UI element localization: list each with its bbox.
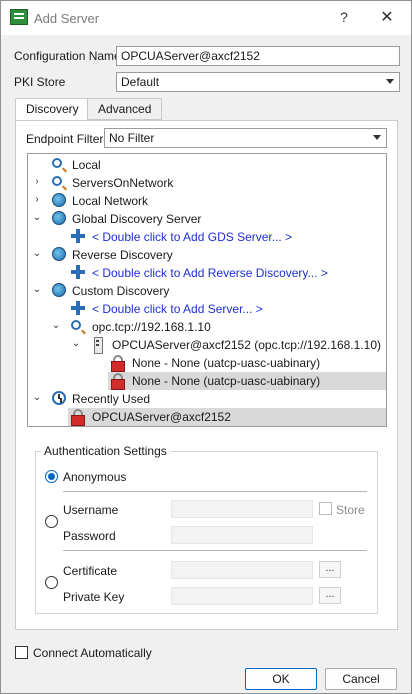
tree-item-label: OPCUAServer@axcf2152 (opc.tcp://192.168.… [112, 338, 381, 352]
separator [63, 491, 367, 492]
tree-item-security-policy-selected[interactable]: None - None (uatcp-uasc-uabinary) [108, 372, 386, 390]
app-icon [10, 9, 28, 25]
globe-icon [52, 283, 66, 297]
tree-item-recent-server[interactable]: OPCUAServer@axcf2152 [68, 408, 386, 426]
plus-icon [71, 301, 85, 315]
add-server-dialog: Add Server ? ✕ Configuration Name OPCUAS… [0, 0, 412, 694]
tree-item-label: Global Discovery Server [72, 212, 202, 226]
collapse-icon[interactable]: ⌄ [32, 392, 42, 404]
endpoint-filter-select[interactable]: No Filter [104, 128, 387, 148]
search-icon [52, 158, 62, 168]
store-label: Store [336, 503, 365, 517]
tree-item-add-server[interactable]: < Double click to Add Server... > [28, 300, 386, 318]
tree-item-label: Custom Discovery [72, 284, 170, 298]
server-icon [90, 337, 106, 354]
tree-item-recently-used[interactable]: ⌄ Recently Used [28, 390, 386, 408]
tree-item-server-endpoint[interactable]: ⌄ OPCUAServer@axcf2152 (opc.tcp://192.16… [28, 336, 386, 354]
collapse-icon[interactable]: ⌄ [32, 284, 42, 296]
tree-item-label: < Double click to Add Reverse Discovery.… [92, 266, 328, 280]
tree-item-global-discovery-server[interactable]: ⌄ Global Discovery Server [28, 210, 386, 228]
tree-item-servers-on-network[interactable]: › ServersOnNetwork [28, 174, 386, 192]
ok-button[interactable]: OK [245, 668, 317, 690]
store-checkbox[interactable] [319, 502, 332, 515]
anonymous-label: Anonymous [63, 470, 127, 484]
tree-item-label: Local [72, 158, 101, 172]
clock-icon [52, 391, 66, 405]
tab-advanced[interactable]: Advanced [87, 98, 163, 120]
tree-item-local[interactable]: Local [28, 156, 386, 174]
username-radio[interactable] [45, 515, 58, 528]
pki-store-value: Default [121, 75, 160, 89]
lock-icon [110, 355, 126, 372]
window-title: Add Server [34, 11, 100, 26]
tree-item-custom-discovery[interactable]: ⌄ Custom Discovery [28, 282, 386, 300]
connect-automatically-label: Connect Automatically [33, 646, 152, 660]
password-label: Password [63, 529, 116, 543]
tree-item-security-policy[interactable]: None - None (uatcp-uasc-uabinary) [28, 354, 386, 372]
tree-item-label: OPCUAServer@axcf2152 [92, 410, 231, 424]
connect-automatically-checkbox[interactable] [15, 646, 28, 659]
plus-icon [71, 265, 85, 279]
tree-item-label: opc.tcp://192.168.1.10 [92, 320, 211, 334]
configuration-name-label: Configuration Name [14, 49, 121, 63]
search-icon [71, 320, 81, 330]
anonymous-radio[interactable] [45, 470, 58, 483]
pki-store-select[interactable]: Default [116, 72, 400, 92]
password-input[interactable] [171, 526, 313, 544]
private-key-label: Private Key [63, 590, 125, 604]
configuration-name-input[interactable]: OPCUAServer@axcf2152 [116, 46, 400, 66]
server-tree[interactable]: Local › ServersOnNetwork › Local Network… [27, 153, 387, 427]
close-button[interactable]: ✕ [379, 7, 395, 27]
tree-item-add-reverse-discovery[interactable]: < Double click to Add Reverse Discovery.… [28, 264, 386, 282]
authentication-settings-title: Authentication Settings [41, 444, 170, 458]
lock-icon [70, 409, 86, 426]
expand-icon[interactable]: › [32, 194, 42, 206]
tree-item-local-network[interactable]: › Local Network [28, 192, 386, 210]
username-input[interactable] [171, 500, 313, 518]
tree-item-label: Reverse Discovery [72, 248, 173, 262]
endpoint-filter-label: Endpoint Filter: [26, 132, 107, 146]
tree-item-add-gds-server[interactable]: < Double click to Add GDS Server... > [28, 228, 386, 246]
globe-icon [52, 211, 66, 225]
tree-item-label: Local Network [72, 194, 149, 208]
pki-store-label: PKI Store [14, 75, 66, 89]
chevron-down-icon [386, 79, 394, 84]
plus-icon [71, 229, 85, 243]
collapse-icon[interactable]: ⌄ [32, 248, 42, 260]
globe-icon [52, 193, 66, 207]
username-label: Username [63, 503, 119, 517]
private-key-browse-button[interactable]: ... [319, 587, 341, 604]
expand-icon[interactable]: › [32, 176, 42, 188]
search-icon [52, 176, 62, 186]
tree-item-label: < Double click to Add Server... > [92, 302, 263, 316]
separator [63, 550, 367, 551]
certificate-radio[interactable] [45, 576, 58, 589]
tree-item-label: None - None (uatcp-uasc-uabinary) [132, 356, 321, 370]
collapse-icon[interactable]: ⌄ [32, 212, 42, 224]
tree-item-label: ServersOnNetwork [72, 176, 174, 190]
globe-icon [52, 247, 66, 261]
endpoint-filter-value: No Filter [109, 131, 155, 145]
collapse-icon[interactable]: ⌄ [71, 338, 81, 350]
certificate-input[interactable] [171, 561, 313, 579]
tree-item-label: None - None (uatcp-uasc-uabinary) [132, 374, 321, 388]
cancel-button[interactable]: Cancel [325, 668, 397, 690]
certificate-browse-button[interactable]: ... [319, 561, 341, 578]
chevron-down-icon [373, 135, 381, 140]
lock-icon [110, 373, 126, 390]
collapse-icon[interactable]: ⌄ [51, 320, 61, 332]
certificate-label: Certificate [63, 564, 118, 578]
tree-item-endpoint-url[interactable]: ⌄ opc.tcp://192.168.1.10 [28, 318, 386, 336]
private-key-input[interactable] [171, 587, 313, 605]
tree-item-label: Recently Used [72, 392, 151, 406]
tree-item-reverse-discovery[interactable]: ⌄ Reverse Discovery [28, 246, 386, 264]
tab-discovery[interactable]: Discovery [15, 98, 90, 121]
title-bar: Add Server ? ✕ [1, 1, 411, 35]
tree-item-label: < Double click to Add GDS Server... > [92, 230, 293, 244]
help-button[interactable]: ? [337, 9, 351, 25]
